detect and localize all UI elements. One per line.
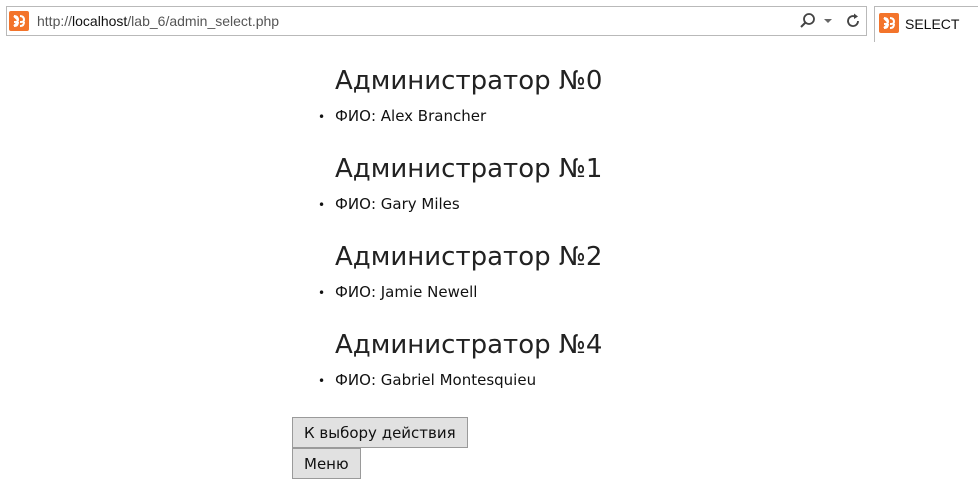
bullet-icon: • bbox=[318, 286, 326, 300]
browser-chrome: http://localhost/lab_6/admin_select.php … bbox=[0, 0, 978, 48]
search-icon[interactable] bbox=[798, 10, 818, 32]
admin-fio: ФИО: Gabriel Montesquieu bbox=[335, 371, 537, 389]
admin-details: • ФИО: Alex Brancher bbox=[318, 107, 486, 125]
admin-details: • ФИО: Jamie Newell bbox=[318, 283, 477, 301]
admin-heading: Администратор №4 bbox=[335, 330, 603, 360]
chevron-down-icon[interactable] bbox=[821, 10, 835, 32]
url-prefix: http:// bbox=[37, 13, 73, 29]
url-path: /lab_6/admin_select.php bbox=[127, 13, 280, 29]
admin-heading: Администратор №2 bbox=[335, 242, 603, 272]
admin-details: • ФИО: Gary Miles bbox=[318, 195, 460, 213]
admin-fio: ФИО: Gary Miles bbox=[335, 195, 460, 213]
admin-heading: Администратор №1 bbox=[335, 154, 603, 184]
url-text[interactable]: http://localhost/lab_6/admin_select.php bbox=[37, 13, 279, 29]
admin-heading: Администратор №0 bbox=[335, 66, 603, 96]
browser-tab[interactable]: SELECT bbox=[874, 6, 978, 42]
tab-title: SELECT bbox=[905, 16, 960, 32]
admin-fio: ФИО: Jamie Newell bbox=[335, 283, 478, 301]
bullet-icon: • bbox=[318, 110, 326, 124]
list-item: • ФИО: Gary Miles bbox=[318, 195, 460, 213]
back-to-actions-button[interactable]: К выбору действия bbox=[292, 417, 468, 448]
menu-button[interactable]: Меню bbox=[292, 448, 361, 479]
xampp-icon bbox=[9, 11, 29, 31]
refresh-icon[interactable] bbox=[842, 10, 864, 32]
list-item: • ФИО: Gabriel Montesquieu bbox=[318, 371, 536, 389]
url-host: localhost bbox=[72, 13, 128, 29]
address-bar[interactable]: http://localhost/lab_6/admin_select.php bbox=[6, 6, 867, 36]
xampp-icon bbox=[879, 13, 899, 33]
list-item: • ФИО: Jamie Newell bbox=[318, 283, 477, 301]
admin-fio: ФИО: Alex Brancher bbox=[335, 107, 487, 125]
list-item: • ФИО: Alex Brancher bbox=[318, 107, 486, 125]
admin-details: • ФИО: Gabriel Montesquieu bbox=[318, 371, 536, 389]
bullet-icon: • bbox=[318, 374, 326, 388]
bullet-icon: • bbox=[318, 198, 326, 212]
